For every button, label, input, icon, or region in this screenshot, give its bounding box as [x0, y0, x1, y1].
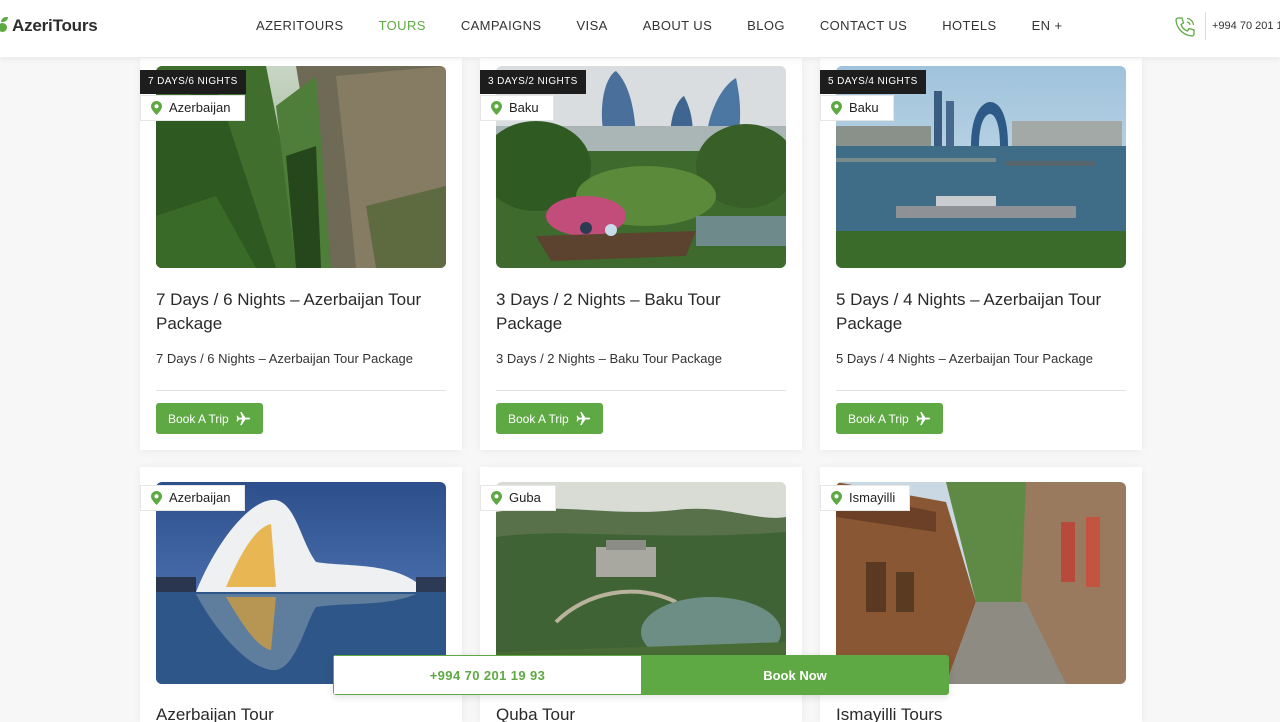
- location-label: Ismayilli: [849, 490, 896, 505]
- plane-icon: [576, 411, 590, 426]
- book-a-trip-button[interactable]: Book A Trip: [156, 403, 263, 434]
- main-nav: AZERITOURS TOURS CAMPAIGNS VISA ABOUT US…: [256, 18, 1097, 33]
- tour-card[interactable]: 5 DAYS/4 NIGHTS Baku 5 Days / 4 Nights –…: [820, 58, 1142, 450]
- duration-badge: 5 DAYS/4 NIGHTS: [820, 70, 926, 94]
- location-pin-icon: [491, 101, 502, 115]
- nav-item-tours[interactable]: TOURS: [379, 18, 426, 33]
- book-now-button[interactable]: Book Now: [641, 655, 949, 695]
- tour-title[interactable]: Quba Tour: [496, 703, 786, 722]
- duration-badge: 3 DAYS/2 NIGHTS: [480, 70, 586, 94]
- phone-icon[interactable]: [1172, 14, 1198, 40]
- location-label: Guba: [509, 490, 541, 505]
- tour-title[interactable]: 3 Days / 2 Nights – Baku Tour Package: [496, 288, 786, 336]
- plane-icon: [236, 411, 250, 426]
- nav-item-contact-us[interactable]: CONTACT US: [820, 18, 907, 33]
- nav-item-hotels[interactable]: HOTELS: [942, 18, 996, 33]
- location-label: Baku: [509, 100, 539, 115]
- card-divider: [836, 390, 1126, 391]
- header-divider: [1205, 12, 1206, 40]
- header-phone-number[interactable]: +994 70 201 1: [1212, 20, 1280, 32]
- sticky-booking-bar: +994 70 201 19 93 Book Now: [333, 655, 949, 695]
- logo-icon: [0, 17, 10, 35]
- card-divider: [496, 390, 786, 391]
- tour-image[interactable]: [156, 482, 446, 684]
- duration-badge: 7 DAYS/6 NIGHTS: [140, 70, 246, 94]
- nav-item-visa[interactable]: VISA: [576, 18, 607, 33]
- location-pin-icon: [151, 491, 162, 505]
- call-phone-button[interactable]: +994 70 201 19 93: [333, 655, 641, 695]
- book-a-trip-button[interactable]: Book A Trip: [836, 403, 943, 434]
- nav-item-azeritours[interactable]: AZERITOURS: [256, 18, 344, 33]
- location-badge: Baku: [820, 95, 894, 121]
- tour-subtitle: 5 Days / 4 Nights – Azerbaijan Tour Pack…: [836, 351, 1094, 366]
- tour-title[interactable]: Azerbaijan Tour: [156, 703, 446, 722]
- location-pin-icon: [831, 491, 842, 505]
- location-pin-icon: [151, 101, 162, 115]
- tour-title[interactable]: 7 Days / 6 Nights – Azerbaijan Tour Pack…: [156, 288, 446, 336]
- plane-icon: [916, 411, 930, 426]
- location-badge: Guba: [480, 485, 556, 511]
- card-divider: [156, 390, 446, 391]
- location-label: Azerbaijan: [169, 100, 231, 115]
- tour-card[interactable]: 7 DAYS/6 NIGHTS Azerbaijan 7 Days / 6 Ni…: [140, 58, 462, 450]
- location-badge: Baku: [480, 95, 554, 121]
- location-label: Baku: [849, 100, 879, 115]
- tour-card[interactable]: 3 DAYS/2 NIGHTS Baku 3 Days / 2 Nights –…: [480, 58, 802, 450]
- tour-image[interactable]: [496, 482, 786, 684]
- tour-title[interactable]: 5 Days / 4 Nights – Azerbaijan Tour Pack…: [836, 288, 1126, 336]
- location-badge: Ismayilli: [820, 485, 911, 511]
- location-badge: Azerbaijan: [140, 485, 246, 511]
- nav-item-blog[interactable]: BLOG: [747, 18, 785, 33]
- location-label: Azerbaijan: [169, 490, 231, 505]
- location-badge: Azerbaijan: [140, 95, 246, 121]
- book-a-trip-label: Book A Trip: [848, 411, 909, 426]
- location-pin-icon: [491, 491, 502, 505]
- tour-image[interactable]: [836, 482, 1126, 684]
- book-a-trip-label: Book A Trip: [508, 411, 569, 426]
- book-a-trip-button[interactable]: Book A Trip: [496, 403, 603, 434]
- tour-subtitle: 3 Days / 2 Nights – Baku Tour Package: [496, 351, 722, 366]
- tour-subtitle: 7 Days / 6 Nights – Azerbaijan Tour Pack…: [156, 351, 414, 366]
- logo[interactable]: AzeriTours: [0, 14, 98, 38]
- site-header: AzeriTours AZERITOURS TOURS CAMPAIGNS VI…: [0, 0, 1280, 57]
- nav-item-campaigns[interactable]: CAMPAIGNS: [461, 18, 542, 33]
- nav-item-about-us[interactable]: ABOUT US: [643, 18, 712, 33]
- location-pin-icon: [831, 101, 842, 115]
- language-selector[interactable]: EN +: [1032, 18, 1063, 33]
- logo-text: AzeriTours: [12, 16, 98, 35]
- tour-title[interactable]: Ismayilli Tours: [836, 703, 1126, 722]
- book-a-trip-label: Book A Trip: [168, 411, 229, 426]
